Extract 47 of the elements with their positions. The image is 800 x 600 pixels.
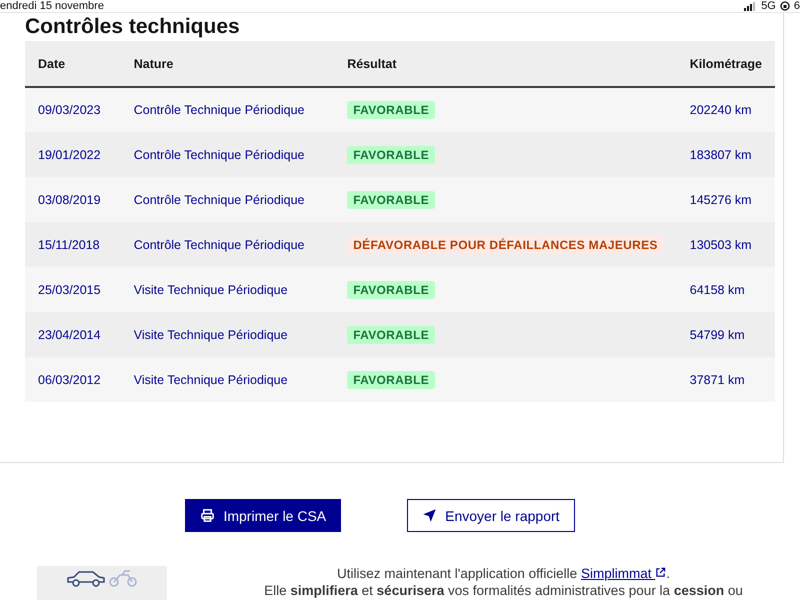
promo-sentence: Utilisez maintenant l'application officielle [336,566,578,581]
send-button[interactable]: Envoyer le rapport [407,499,575,532]
table-cell: 202240 km [676,87,775,132]
period-mark: . [666,566,670,581]
table-cell: Contrôle Technique Périodique [120,177,334,222]
table-cell: Contrôle Technique Périodique [120,87,334,132]
table-cell: 145276 km [676,177,775,222]
result-badge: FAVORABLE [347,101,436,119]
table-cell: 06/03/2012 [25,357,121,402]
table-cell: 37871 km [676,357,775,402]
table-cell: 15/11/2018 [25,222,121,267]
column-header: Kilométrage [676,41,775,87]
table-cell: Contrôle Technique Périodique [120,222,334,267]
network-label: 5G [761,0,776,12]
section-title: Contrôles techniques [25,14,241,40]
send-icon [422,508,438,523]
promo-description: Elle simplifiera et sécurisera vos formalités administratives pour la cession ou [263,583,744,598]
table-cell: 03/08/2019 [25,177,121,222]
status-date: endredi 15 novembre [0,0,104,12]
table-cell: 25/03/2015 [25,267,121,312]
result-badge: FAVORABLE [347,370,436,388]
table-cell: 54799 km [676,312,775,357]
table-cell: Contrôle Technique Périodique [120,132,334,177]
table-cell: Visite Technique Périodique [120,312,334,357]
signal-icon [744,2,758,10]
result-badge: FAVORABLE [347,326,436,344]
motorcycle-icon [108,568,138,588]
table-cell: Visite Technique Périodique [120,267,334,312]
result-badge: FAVORABLE [347,280,436,298]
simplimmat-link[interactable]: Simplimmat [580,566,666,581]
print-button[interactable]: Imprimer le CSA [185,499,342,532]
printer-icon [200,508,216,523]
external-link-icon [655,567,666,578]
table-cell: 19/01/2022 [25,132,121,177]
table-cell: 183807 km [676,132,775,177]
table-cell: Visite Technique Périodique [120,357,334,402]
table-cell: 130503 km [676,222,775,267]
column-header: Date [25,41,121,87]
result-badge: FAVORABLE [347,190,436,208]
table-cell: 23/04/2014 [25,312,121,357]
result-badge: FAVORABLE [347,146,436,164]
table-cell: 09/03/2023 [25,87,121,132]
column-header: Nature [120,41,334,87]
result-badge: DÉFAVORABLE POUR DÉFAILLANCES MAJEURES [347,236,664,254]
battery-label: 6 [794,0,800,12]
table-cell: 64158 km [676,267,775,312]
column-header: Résultat [334,41,677,87]
